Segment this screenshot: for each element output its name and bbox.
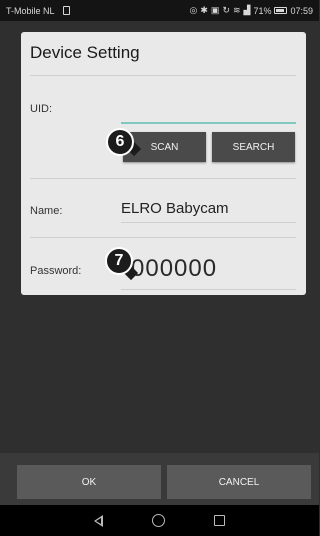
password-underline bbox=[121, 289, 296, 290]
battery-icon bbox=[274, 7, 288, 14]
divider bbox=[30, 178, 296, 179]
carrier-name: T-Mobile NL bbox=[6, 5, 55, 16]
ok-button[interactable]: OK bbox=[17, 465, 161, 499]
uid-input[interactable] bbox=[121, 122, 296, 124]
uid-label: UID: bbox=[30, 103, 52, 115]
password-input[interactable]: 000000 bbox=[131, 255, 217, 283]
name-label: Name: bbox=[30, 205, 63, 217]
wifi-icon: ≋ bbox=[232, 5, 241, 15]
callout-marker-7: 7 bbox=[105, 247, 133, 275]
alarm-icon: ◎ bbox=[189, 5, 198, 15]
name-underline bbox=[121, 222, 296, 223]
cancel-button[interactable]: CANCEL bbox=[167, 465, 311, 499]
search-button[interactable]: SEARCH bbox=[212, 132, 295, 162]
clock: 07:59 bbox=[290, 5, 313, 16]
name-input[interactable]: ELRO Babycam bbox=[121, 200, 229, 217]
home-icon[interactable] bbox=[151, 514, 165, 527]
status-icons: ◎ ✱ ▣ ↻ ≋ ▟ 71% 07:59 bbox=[190, 6, 313, 16]
battery-percent: 71% bbox=[253, 5, 272, 16]
recent-apps-icon[interactable] bbox=[213, 515, 225, 526]
divider bbox=[30, 237, 296, 238]
rotate-icon: ↻ bbox=[222, 5, 230, 15]
status-bar: T-Mobile NL ◎ ✱ ▣ ↻ ≋ ▟ 71% 07:59 bbox=[0, 0, 319, 21]
bluetooth-icon: ✱ bbox=[200, 5, 208, 15]
dialog-title: Device Setting bbox=[30, 43, 140, 62]
back-icon[interactable] bbox=[94, 514, 104, 527]
nfc-icon: ▣ bbox=[210, 5, 220, 15]
signal-icon: ▟ bbox=[243, 5, 251, 15]
password-label: Password: bbox=[30, 265, 82, 277]
callout-marker-6: 6 bbox=[106, 128, 134, 156]
sim-card-icon bbox=[62, 6, 70, 15]
divider bbox=[30, 75, 296, 76]
navigation-bar bbox=[0, 505, 319, 536]
device-setting-screen: T-Mobile NL ◎ ✱ ▣ ↻ ≋ ▟ 71% 07:59 Device… bbox=[0, 0, 319, 536]
device-setting-dialog: Device Setting UID: SCAN SEARCH Name: EL… bbox=[21, 32, 306, 295]
